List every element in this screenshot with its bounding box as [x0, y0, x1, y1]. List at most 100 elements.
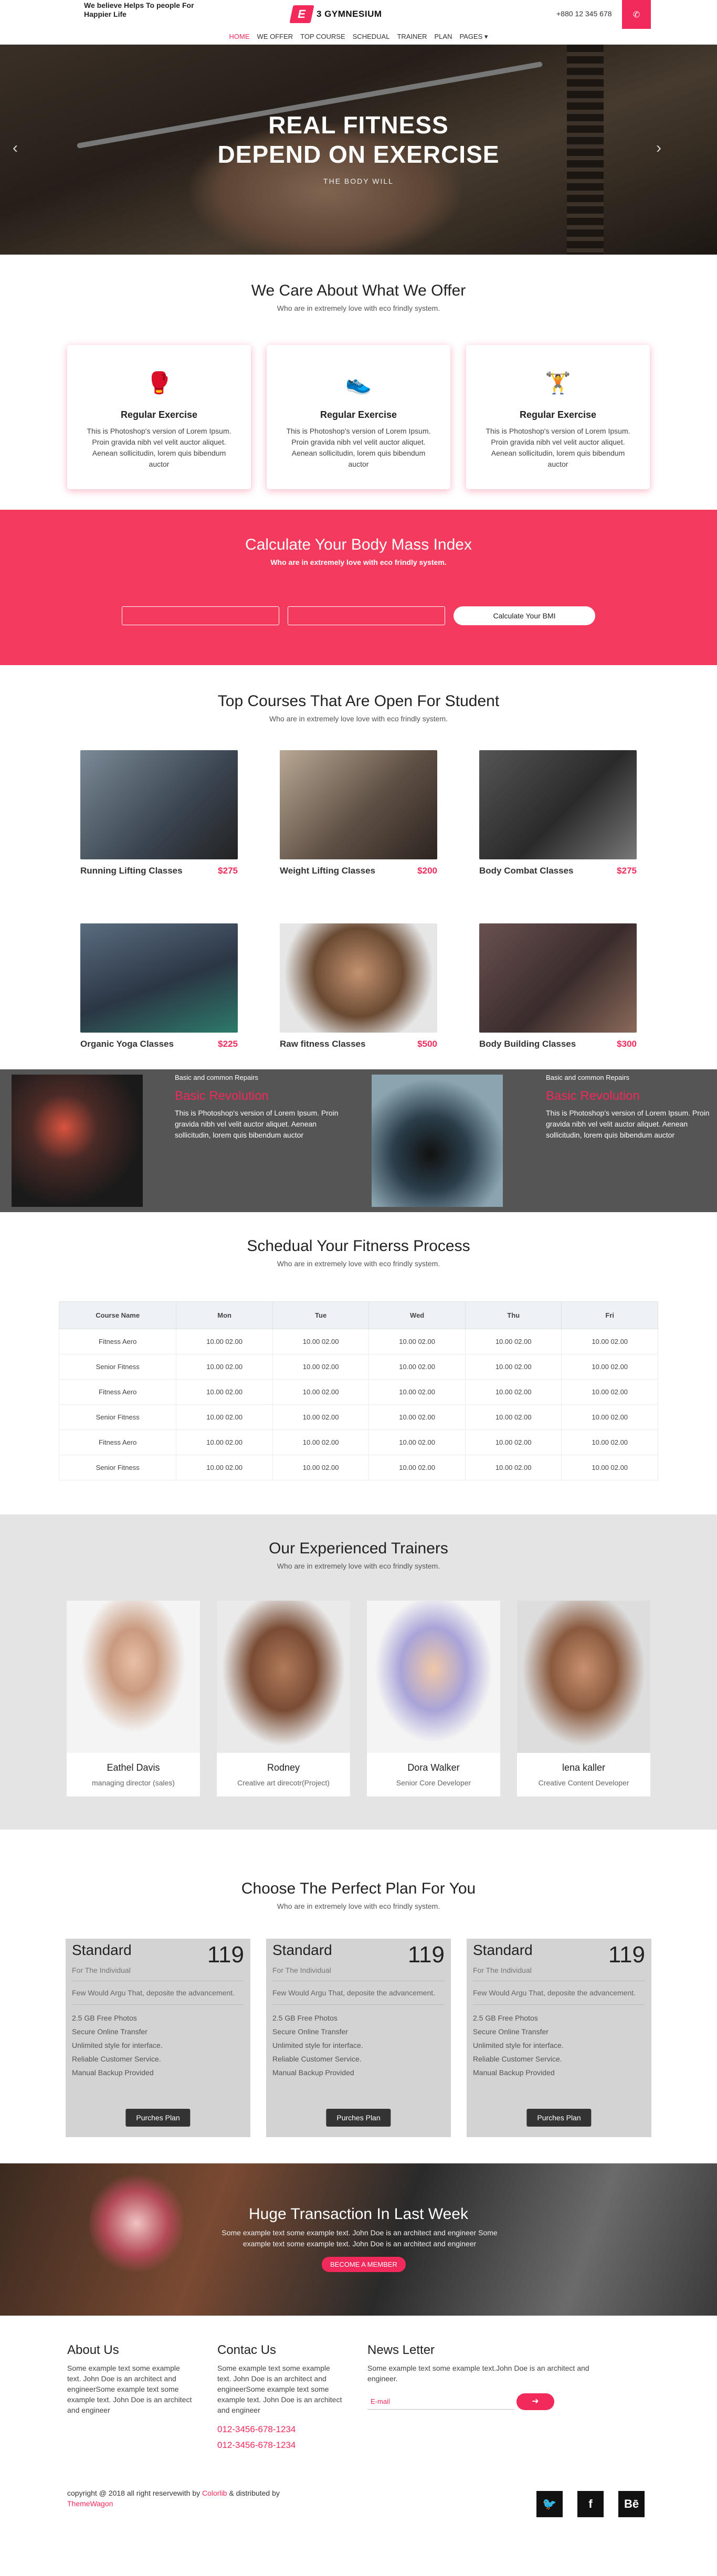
table-cell: 10.00 02.00 [465, 1379, 562, 1405]
nav-schedual[interactable]: SCHEDUAL [353, 33, 390, 40]
revolution-item: Basic and common Repairs Basic Revolutio… [0, 1069, 358, 1212]
course-image [280, 750, 437, 859]
plan-feature: 2.5 GB Free Photos [473, 2014, 538, 2022]
hero-subtitle: THE BODY WILL [323, 177, 394, 185]
table-row: Fitness Aero 10.00 02.00 10.00 02.00 10.00 … [58, 1429, 658, 1455]
bmi-title: Calculate Your Body Mass Index [245, 536, 472, 553]
courses-subtitle: Who are in extremely love love with eco … [269, 714, 448, 723]
course-image [280, 923, 437, 1033]
plan-feature: 2.5 GB Free Photos [272, 2014, 338, 2022]
table-cell: 10.00 02.00 [368, 1379, 466, 1405]
offer-title: We Care About What We Offer [251, 282, 466, 299]
trainers-subtitle: Who are in extremely love with eco frind… [277, 1562, 440, 1570]
table-cell: 10.00 02.00 [176, 1404, 273, 1430]
nav-pages[interactable]: PAGES ▾ [459, 33, 488, 41]
subscribe-arrow-icon[interactable]: ➜ [516, 2393, 554, 2410]
table-cell: 10.00 02.00 [561, 1379, 658, 1405]
trainer-card[interactable]: Dora Walker Senior Core Developer [367, 1601, 500, 1796]
column-header: Thu [465, 1301, 562, 1329]
about-column: About Us Some example text some example … [67, 2343, 192, 2453]
table-cell: 10.00 02.00 [368, 1404, 466, 1430]
table-cell: 10.00 02.00 [272, 1354, 370, 1380]
phone-link[interactable]: 012-3456-678-1234 [217, 2437, 342, 2453]
revolution-text: This is Photoshop's version of Lorem Ips… [175, 1109, 339, 1139]
course-price: $275 [617, 866, 637, 876]
trainer-card[interactable]: Eathel Davis managing director (sales) [67, 1601, 200, 1796]
offer-card: 👟 Regular Exercise This is Photoshop's v… [267, 345, 450, 489]
plans-section: Choose The Perfect Plan For You Who are … [0, 1830, 717, 2163]
contact-text: Some example text some example text. Joh… [217, 2364, 342, 2414]
height-input[interactable] [122, 606, 279, 625]
phone-icon[interactable]: ✆ [622, 0, 651, 29]
trainer-role: Creative art direcotr(Project) [237, 1779, 330, 1787]
purchase-plan-button[interactable]: Purches Plan [125, 2109, 191, 2127]
plan-feature: Reliable Customer Service. [473, 2055, 562, 2063]
table-row: Senior Fitness 10.00 02.00 10.00 02.00 10.0… [58, 1354, 658, 1380]
member-title: Huge Transaction In Last Week [248, 2205, 468, 2223]
trainer-name: Dora Walker [407, 1762, 460, 1773]
trainer-card[interactable]: Rodney Creative art direcotr(Project) [217, 1601, 350, 1796]
trainer-card[interactable]: lena kaller Creative Content Developer [517, 1601, 650, 1796]
table-cell: 10.00 02.00 [561, 1429, 658, 1455]
table-cell: 10.00 02.00 [465, 1329, 562, 1354]
hero-next-arrow-icon[interactable]: › [656, 139, 661, 157]
table-cell: 10.00 02.00 [465, 1455, 562, 1480]
plan-feature: Reliable Customer Service. [272, 2055, 362, 2063]
footer: About Us Some example text some example … [0, 2316, 717, 2568]
course-card[interactable]: Organic Yoga Classes $225 [80, 923, 238, 1049]
purchase-plan-button[interactable]: Purches Plan [326, 2109, 391, 2127]
plan-name: Standard [272, 1942, 332, 1958]
behance-icon[interactable]: Bē [618, 2491, 645, 2517]
course-card[interactable]: Raw fitness Classes $500 [280, 923, 437, 1049]
contact-title: Contac Us [217, 2343, 277, 2357]
revolution-text: This is Photoshop's version of Lorem Ips… [546, 1109, 710, 1139]
phone-link[interactable]: 012-3456-678-1234 [217, 2422, 342, 2437]
nav-we-offer[interactable]: WE OFFER [257, 33, 293, 40]
table-row: Fitness Aero 10.00 02.00 10.00 02.00 10.00 … [58, 1329, 658, 1354]
nav-home[interactable]: HOME [229, 33, 250, 40]
course-card[interactable]: Running Lifting Classes $275 [80, 750, 238, 876]
table-header-row: Course Name Mon Tue Wed Thu Fri [58, 1301, 658, 1329]
courses-section: Top Courses That Are Open For Student Wh… [0, 665, 717, 1069]
plans-title: Choose The Perfect Plan For You [241, 1880, 476, 1897]
calculate-bmi-button[interactable]: Calculate Your BMI [454, 606, 595, 625]
course-card[interactable]: Weight Lifting Classes $200 [280, 750, 437, 876]
trainer-name: Eathel Davis [107, 1762, 160, 1773]
trainer-role: managing director (sales) [92, 1779, 175, 1787]
newsletter-text: Some example text some example text.John… [367, 2364, 589, 2383]
course-name: Running Lifting Classes [80, 866, 183, 876]
table-cell: 10.00 02.00 [561, 1329, 658, 1354]
plan-description: Few Would Argu That, deposite the advanc… [272, 1989, 436, 1997]
weight-input[interactable] [288, 606, 445, 625]
course-card[interactable]: Body Building Classes $300 [479, 923, 637, 1049]
logo[interactable]: E 3 GYMNESIUM [289, 5, 382, 23]
twitter-icon[interactable]: 🐦 [536, 2491, 563, 2517]
plan-feature: Manual Backup Provided [473, 2068, 555, 2077]
become-member-button[interactable]: BECOME A MEMBER [322, 2257, 406, 2272]
offer-subtitle: Who are in extremely love with eco frind… [277, 304, 440, 312]
email-field[interactable] [367, 2394, 514, 2410]
facebook-icon[interactable]: f [577, 2491, 604, 2517]
hero-title: REAL FITNESS DEPEND ON EXERCISE [0, 110, 717, 169]
plan-card: Standard 119 For The Individual Few Would… [467, 1939, 651, 2137]
course-price: $200 [417, 866, 437, 876]
hero-prev-arrow-icon[interactable]: ‹ [13, 139, 18, 157]
about-text: Some example text some example text. Joh… [67, 2364, 192, 2414]
course-name: Body Building Classes [479, 1039, 576, 1049]
nav-top-course[interactable]: TOP COURSE [300, 33, 345, 40]
nav-plan[interactable]: PLAN [435, 33, 452, 40]
plan-description: Few Would Argu That, deposite the advanc… [473, 1989, 636, 1997]
themewagon-link[interactable]: ThemeWagon [67, 2499, 113, 2508]
plans-subtitle: Who are in extremely love with eco frind… [277, 1902, 440, 1910]
purchase-plan-button[interactable]: Purches Plan [526, 2109, 592, 2127]
course-name: Body Combat Classes [479, 866, 574, 876]
colorlib-link[interactable]: Colorlib [202, 2489, 227, 2497]
course-image [80, 923, 238, 1033]
newsletter-column: News Letter Some example text some examp… [367, 2343, 604, 2453]
course-card[interactable]: Body Combat Classes $275 [479, 750, 637, 876]
table-cell: Senior Fitness [58, 1354, 177, 1380]
nav-trainer[interactable]: TRAINER [397, 33, 427, 40]
table-cell: 10.00 02.00 [465, 1404, 562, 1430]
offer-card-title: Regular Exercise [320, 409, 397, 420]
course-price: $275 [218, 866, 238, 876]
